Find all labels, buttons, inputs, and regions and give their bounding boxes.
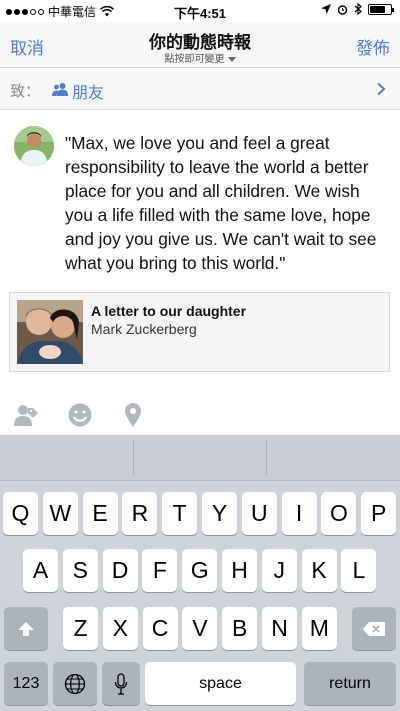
key-a[interactable]: A	[23, 549, 58, 592]
shift-key[interactable]	[4, 607, 48, 650]
location-arrow-icon	[321, 4, 331, 14]
battery-level	[370, 5, 385, 13]
avatar-image	[14, 126, 54, 166]
delete-key[interactable]	[352, 607, 396, 650]
battery-icon	[368, 3, 394, 15]
key-m[interactable]: M	[301, 607, 337, 650]
post-button[interactable]: 發佈	[356, 34, 390, 59]
status-right	[321, 3, 394, 15]
key-d[interactable]: D	[102, 549, 138, 592]
microphone-icon	[114, 672, 128, 695]
tag-people-icon[interactable]	[13, 402, 39, 428]
alarm-icon	[337, 4, 348, 15]
key-k[interactable]: K	[301, 549, 337, 592]
key-x[interactable]: X	[102, 607, 138, 650]
link-preview-card[interactable]: A letter to our daughter Mark Zuckerberg	[9, 292, 390, 372]
link-thumbnail	[17, 300, 83, 364]
caret-down-icon	[227, 56, 236, 62]
key-o[interactable]: O	[321, 492, 357, 535]
key-q[interactable]: Q	[3, 492, 38, 535]
predictive-bar[interactable]	[0, 435, 400, 481]
bluetooth-icon	[354, 3, 362, 15]
key-g[interactable]: G	[182, 549, 218, 592]
audience-value: 朋友	[72, 85, 105, 102]
location-pin-icon[interactable]	[120, 402, 146, 428]
key-i[interactable]: I	[281, 492, 317, 535]
friends-icon	[52, 83, 68, 96]
key-p[interactable]: P	[361, 492, 397, 535]
audience-selector[interactable]: 致： 朋友	[0, 69, 400, 110]
link-title: A letter to our daughter	[91, 303, 247, 319]
keyboard: QWERTYUIOP ASDFGHJKL ZXCVBNM 123 space r…	[0, 435, 400, 711]
link-subtitle: Mark Zuckerberg	[91, 321, 197, 337]
numbers-key-label: 123	[12, 674, 40, 692]
key-f[interactable]: F	[142, 549, 178, 592]
key-y[interactable]: Y	[202, 492, 237, 535]
key-v[interactable]: V	[182, 607, 218, 650]
composer-toolbar	[0, 392, 400, 436]
status-bar: 中華電信 下午4:51	[0, 0, 400, 22]
key-b[interactable]: B	[222, 607, 258, 650]
suggestion-divider	[266, 441, 267, 475]
chevron-right-icon	[377, 82, 386, 96]
nav-bar: 取消 你的動態時報 點按即可變更 發佈	[0, 22, 400, 68]
key-h[interactable]: H	[222, 549, 257, 592]
key-s[interactable]: S	[62, 549, 98, 592]
key-l[interactable]: L	[341, 549, 377, 592]
key-n[interactable]: N	[262, 607, 297, 650]
key-r[interactable]: R	[122, 492, 158, 535]
space-key-label: space	[199, 674, 242, 692]
key-c[interactable]: C	[142, 607, 178, 650]
globe-key[interactable]	[53, 662, 97, 705]
change-destination-hint[interactable]: 點按即可變更	[0, 50, 400, 65]
key-e[interactable]: E	[82, 492, 118, 535]
shift-arrow-icon	[18, 621, 34, 636]
dictation-key[interactable]	[102, 662, 140, 705]
audience-to-label: 致：	[10, 83, 41, 100]
post-text-input[interactable]: "Max, we love you and feel a great respo…	[65, 131, 390, 275]
key-u[interactable]: U	[241, 492, 277, 535]
key-w[interactable]: W	[42, 492, 78, 535]
suggestion-divider	[133, 441, 134, 475]
space-key[interactable]: space	[145, 662, 296, 705]
return-key-label: return	[329, 674, 371, 692]
key-z[interactable]: Z	[63, 607, 98, 650]
globe-icon	[64, 673, 86, 694]
feeling-smiley-icon[interactable]	[67, 402, 93, 428]
numbers-key[interactable]: 123	[4, 662, 48, 705]
change-destination-label: 點按即可變更	[164, 54, 225, 65]
user-avatar	[14, 126, 54, 166]
key-t[interactable]: T	[162, 492, 198, 535]
backspace-icon	[363, 621, 385, 636]
key-j[interactable]: J	[261, 549, 297, 592]
return-key[interactable]: return	[304, 662, 396, 705]
